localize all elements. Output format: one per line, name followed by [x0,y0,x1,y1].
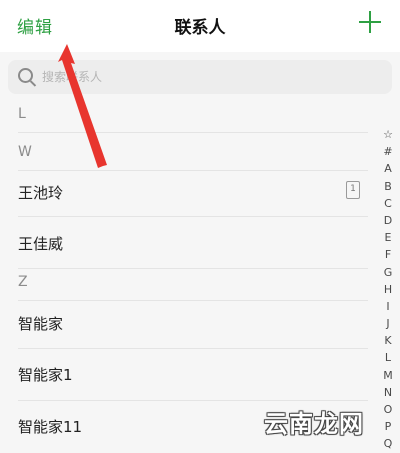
contact-item[interactable]: 智能家 [18,313,63,334]
divider [18,216,368,217]
section-header-z: Z [18,274,28,290]
contact-item[interactable]: 智能家11 [18,416,82,437]
index-c[interactable]: C [378,195,398,212]
index-hash[interactable]: # [378,143,398,160]
index-h[interactable]: H [378,281,398,298]
search-icon [18,68,33,83]
plus-icon[interactable] [359,11,381,33]
index-f[interactable]: F [378,246,398,263]
divider [18,268,368,269]
index-i[interactable]: I [378,298,398,315]
index-n[interactable]: N [378,384,398,401]
index-j[interactable]: J [378,315,398,332]
sim-card-icon: 1 [346,181,360,199]
index-k[interactable]: K [378,332,398,349]
contact-item[interactable]: 王佳威 [18,233,63,254]
index-q[interactable]: Q [378,435,398,452]
divider [18,300,368,301]
index-b[interactable]: B [378,178,398,195]
index-g[interactable]: G [378,264,398,281]
search-bar[interactable] [8,60,392,94]
section-header-w: W [18,144,32,160]
watermark: 云南龙网 [264,410,364,438]
section-header-l: L [18,106,26,122]
index-p[interactable]: P [378,418,398,435]
index-l[interactable]: L [378,349,398,366]
index-e[interactable]: E [378,229,398,246]
alphabet-index[interactable]: ☆ # A B C D E F G H I J K L M N O P Q [378,126,398,453]
divider [18,132,368,133]
divider [18,400,368,401]
index-a[interactable]: A [378,160,398,177]
index-d[interactable]: D [378,212,398,229]
index-m[interactable]: M [378,367,398,384]
contact-item[interactable]: 王池玲 [18,182,63,203]
index-star[interactable]: ☆ [378,126,398,143]
index-o[interactable]: O [378,401,398,418]
divider [18,348,368,349]
top-bar: 编辑 联系人 [0,0,400,52]
divider [18,170,368,171]
search-input[interactable] [42,66,372,88]
contact-item[interactable]: 智能家1 [18,364,73,385]
page-title: 联系人 [174,18,226,38]
